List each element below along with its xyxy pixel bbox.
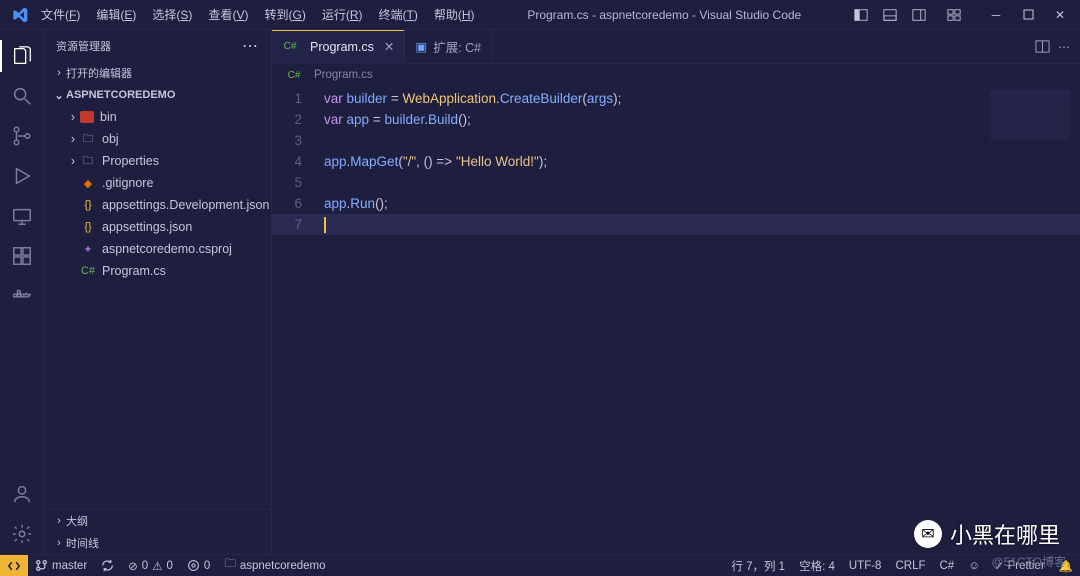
csharp-icon: C#	[282, 39, 298, 55]
menu-terminal[interactable]: 终端(T)	[372, 2, 425, 27]
folder-icon: 🗀	[80, 153, 96, 169]
tree-file-appsettings-dev[interactable]: {}appsettings.Development.json	[44, 194, 271, 216]
status-cursor-pos[interactable]: 行 7，列 1	[724, 555, 792, 576]
status-remote[interactable]	[0, 555, 28, 576]
editor-tabs: C# Program.cs ✕ ▣ 扩展: C# ⋯	[272, 30, 1080, 64]
split-editor-icon[interactable]	[1035, 39, 1050, 54]
status-ports[interactable]: 0	[180, 555, 217, 576]
toggle-panel-right-icon[interactable]	[905, 3, 933, 27]
folder-icon: 🗀	[80, 131, 96, 147]
layout-controls	[847, 3, 968, 27]
breadcrumb[interactable]: C# Program.cs	[272, 64, 1080, 86]
csharp-icon: C#	[286, 67, 302, 83]
csproj-icon: ✦	[80, 241, 96, 257]
menu-file[interactable]: 文件(F)	[34, 2, 87, 27]
tree-file-program[interactable]: C#Program.cs	[44, 260, 271, 282]
tab-extension-csharp[interactable]: ▣ 扩展: C#	[405, 30, 492, 63]
tree-folder-properties[interactable]: ›🗀Properties	[44, 150, 271, 172]
window-minimize-button[interactable]: ─	[982, 3, 1010, 27]
customize-layout-icon[interactable]	[940, 3, 968, 27]
title-bar: 文件(F) 编辑(E) 选择(S) 查看(V) 转到(G) 运行(R) 终端(T…	[0, 0, 1080, 30]
status-indent[interactable]: 空格: 4	[792, 555, 842, 576]
vscode-logo-icon	[12, 7, 28, 23]
breadcrumb-label: Program.cs	[314, 69, 373, 81]
tab-label: Program.cs	[310, 40, 374, 54]
toggle-panel-left-icon[interactable]	[847, 3, 875, 27]
status-sync[interactable]	[94, 555, 121, 576]
json-icon: {}	[80, 219, 96, 235]
menu-view[interactable]: 查看(V)	[201, 2, 255, 27]
status-branch[interactable]: master	[28, 555, 94, 576]
status-folder[interactable]: 🗀aspnetcoredemo	[217, 555, 332, 576]
activity-run-debug[interactable]	[0, 156, 44, 196]
status-feedback[interactable]: ☺	[961, 555, 987, 576]
extension-icon: ▣	[415, 39, 427, 54]
line-numbers: 1234567	[272, 86, 316, 554]
minimap[interactable]	[990, 90, 1070, 140]
status-language[interactable]: C#	[933, 555, 962, 576]
tree-file-appsettings[interactable]: {}appsettings.json	[44, 216, 271, 238]
status-bar: master ⊘0 ⚠0 0 🗀aspnetcoredemo 行 7，列 1 空…	[0, 554, 1080, 576]
sidebar-more-icon[interactable]: ⋯	[242, 36, 259, 56]
csharp-icon: C#	[80, 263, 96, 279]
menu-edit[interactable]: 编辑(E)	[89, 2, 143, 27]
activity-search[interactable]	[0, 76, 44, 116]
activity-docker[interactable]	[0, 276, 44, 316]
section-open-editors[interactable]: ›打开的编辑器	[44, 62, 271, 84]
sidebar-explorer: 资源管理器 ⋯ ›打开的编辑器 ⌄ASPNETCOREDEMO ›bin ›🗀o…	[44, 30, 272, 554]
menu-help[interactable]: 帮助(H)	[427, 2, 482, 27]
sidebar-header: 资源管理器 ⋯	[44, 30, 271, 62]
json-icon: {}	[80, 197, 96, 213]
code-editor[interactable]: 1234567 var builder = WebApplication.Cre…	[272, 86, 1080, 554]
menu-go[interactable]: 转到(G)	[257, 2, 312, 27]
editor-more-icon[interactable]: ⋯	[1058, 40, 1070, 54]
section-outline[interactable]: ›大纲	[44, 510, 271, 532]
folder-icon	[80, 111, 94, 123]
file-tree: ›bin ›🗀obj ›🗀Properties ◆.gitignore {}ap…	[44, 106, 271, 509]
window-close-button[interactable]: ✕	[1046, 3, 1074, 27]
tab-close-icon[interactable]: ✕	[384, 39, 394, 54]
tab-program-cs[interactable]: C# Program.cs ✕	[272, 30, 405, 63]
status-notifications[interactable]: 🔔	[1052, 555, 1080, 576]
menu-selection[interactable]: 选择(S)	[145, 2, 199, 27]
section-project[interactable]: ⌄ASPNETCOREDEMO	[44, 84, 271, 106]
status-prettier[interactable]: ✓Prettier	[987, 555, 1052, 576]
status-problems[interactable]: ⊘0 ⚠0	[121, 555, 180, 576]
window-maximize-button[interactable]	[1014, 3, 1042, 27]
tab-label: 扩展: C#	[433, 37, 481, 56]
git-icon: ◆	[80, 175, 96, 191]
sidebar-title: 资源管理器	[56, 38, 111, 54]
activity-settings[interactable]	[0, 514, 44, 554]
tree-folder-bin[interactable]: ›bin	[44, 106, 271, 128]
tree-file-csproj[interactable]: ✦aspnetcoredemo.csproj	[44, 238, 271, 260]
text-cursor	[324, 217, 326, 233]
toggle-panel-bottom-icon[interactable]	[876, 3, 904, 27]
menu-bar: 文件(F) 编辑(E) 选择(S) 查看(V) 转到(G) 运行(R) 终端(T…	[34, 2, 482, 27]
editor-area: C# Program.cs ✕ ▣ 扩展: C# ⋯ C# Program.cs…	[272, 30, 1080, 554]
activity-bar	[0, 30, 44, 554]
tree-folder-obj[interactable]: ›🗀obj	[44, 128, 271, 150]
menu-run[interactable]: 运行(R)	[315, 2, 370, 27]
code-content: var builder = WebApplication.CreateBuild…	[324, 88, 970, 235]
activity-source-control[interactable]	[0, 116, 44, 156]
status-encoding[interactable]: UTF-8	[842, 555, 889, 576]
activity-extensions[interactable]	[0, 236, 44, 276]
section-timeline[interactable]: ›时间线	[44, 532, 271, 554]
activity-remote[interactable]	[0, 196, 44, 236]
tree-file-gitignore[interactable]: ◆.gitignore	[44, 172, 271, 194]
activity-explorer[interactable]	[0, 36, 44, 76]
status-eol[interactable]: CRLF	[888, 555, 932, 576]
activity-account[interactable]	[0, 474, 44, 514]
window-title: Program.cs - aspnetcoredemo - Visual Stu…	[482, 8, 847, 22]
